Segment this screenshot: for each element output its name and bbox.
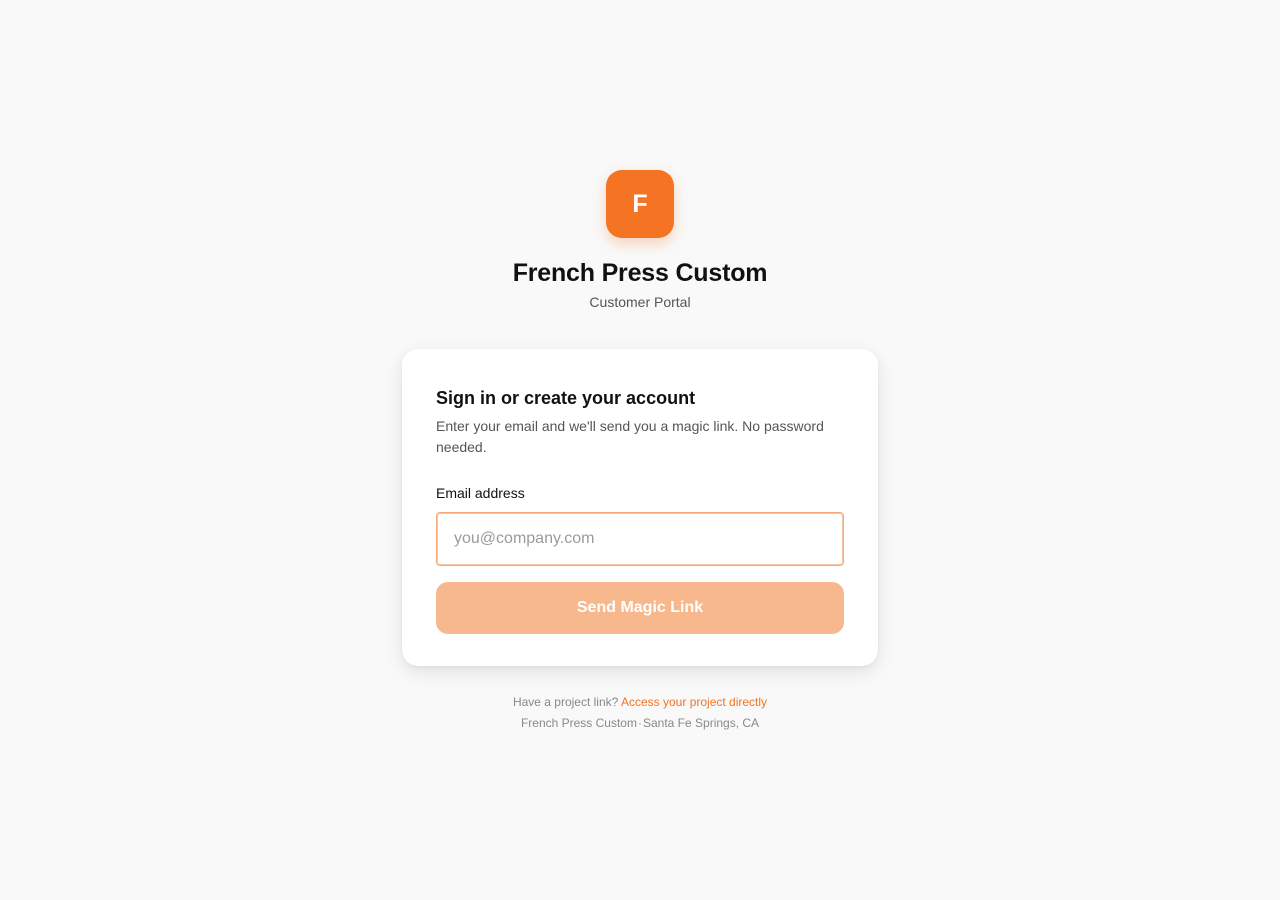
sign-in-card: Sign in or create your account Enter you… (402, 349, 878, 666)
access-project-link[interactable]: Access your project directly (621, 695, 767, 709)
email-field-wrapper (436, 512, 844, 566)
logo-letter: F (632, 189, 648, 218)
footer-location: Santa Fe Springs, CA (642, 716, 760, 730)
brand-subtitle: Customer Portal (589, 294, 691, 310)
brand-header: F French Press Custom Customer Portal (0, 170, 1280, 311)
email-input[interactable] (437, 513, 843, 565)
send-magic-link-button[interactable]: Send Magic Link (436, 582, 844, 634)
footer-project-line: Have a project link? Access your project… (0, 692, 1280, 713)
footer: Have a project link? Access your project… (0, 692, 1280, 734)
footer-company: French Press Custom (520, 716, 637, 730)
project-prompt: Have a project link? (512, 695, 619, 709)
footer-company-line: French Press Custom·Santa Fe Springs, CA (0, 713, 1280, 734)
card-heading: Sign in or create your account (436, 388, 696, 408)
footer-separator: · (637, 716, 642, 730)
card-description: Enter your email and we'll send you a ma… (436, 418, 824, 455)
brand-logo: F (606, 170, 674, 238)
brand-title: French Press Custom (512, 259, 768, 287)
email-label: Email address (436, 485, 525, 501)
login-page: F French Press Custom Customer Portal Si… (0, 0, 1280, 900)
